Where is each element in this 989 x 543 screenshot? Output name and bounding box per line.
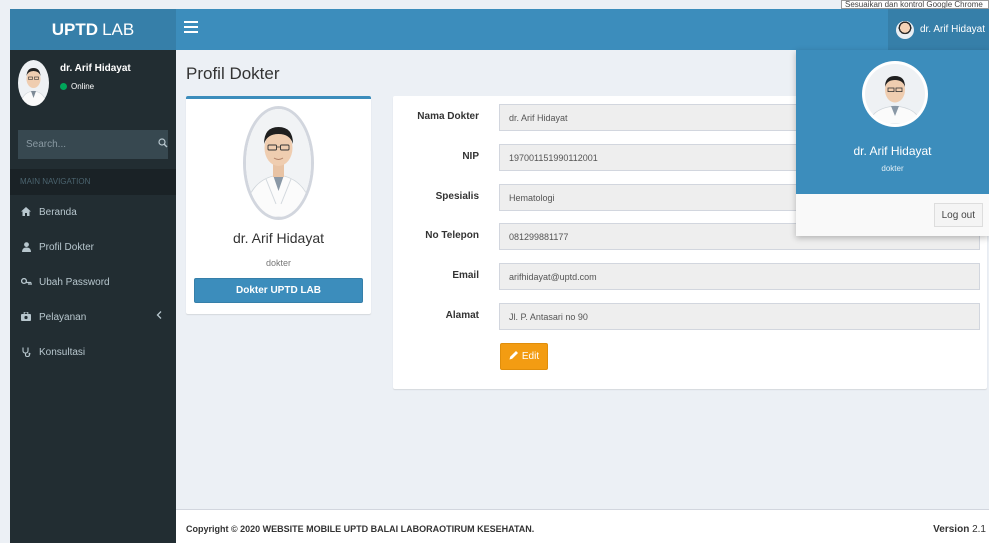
- sidebar-item-profil-dokter[interactable]: Profil Dokter: [10, 230, 176, 265]
- user-icon: [20, 241, 32, 254]
- dropdown-user-name: dr. Arif Hidayat: [853, 144, 932, 158]
- sidebar-search: [18, 130, 168, 159]
- pencil-icon: [509, 350, 519, 363]
- edit-label: Edit: [521, 351, 540, 362]
- navbar-user-name: dr. Arif Hidayat: [919, 24, 985, 35]
- copyright-text: Copyright © 2020 WEBSITE MOBILE UPTD BAL…: [186, 524, 535, 534]
- edit-button[interactable]: Edit: [500, 343, 548, 370]
- page-footer: Copyright © 2020 WEBSITE MOBILE UPTD BAL…: [176, 509, 989, 543]
- version-number: 2.1: [972, 524, 986, 535]
- brand-rest: LAB: [102, 19, 135, 39]
- form-row-email: Email: [393, 263, 987, 290]
- sidebar-item-label: Konsultasi: [39, 347, 86, 358]
- spesialis-label: Spesialis: [435, 191, 479, 202]
- version-label: Version: [933, 524, 970, 535]
- no-telepon-label: No Telepon: [425, 230, 479, 241]
- user-dropdown-menu: dr. Arif Hidayat dokter Log out: [796, 50, 989, 236]
- online-status-label: Online: [71, 82, 95, 91]
- email-label: Email: [452, 270, 479, 281]
- search-icon[interactable]: [158, 138, 168, 151]
- browser-tooltip: Sesuaikan dan kontrol Google Chrome: [841, 0, 989, 9]
- sidebar-user-panel: dr. Arif Hidayat Online: [10, 50, 176, 120]
- search-input[interactable]: [26, 139, 158, 150]
- profile-role: dokter: [265, 258, 291, 268]
- dokter-uptd-lab-button[interactable]: Dokter UPTD LAB: [194, 278, 363, 303]
- sidebar-item-label: Profil Dokter: [39, 242, 95, 253]
- sidebar-avatar: [18, 60, 49, 106]
- logout-button[interactable]: Log out: [933, 203, 983, 227]
- profile-name: dr. Arif Hidayat: [232, 230, 325, 246]
- sidebar-item-beranda[interactable]: Beranda: [10, 195, 176, 230]
- sidebar-toggle-icon[interactable]: [184, 21, 198, 35]
- chevron-left-icon: [156, 311, 162, 322]
- sidebar-item-label: Beranda: [39, 207, 77, 218]
- sidebar: dr. Arif Hidayat Online MAIN NAVIGATION …: [10, 50, 176, 543]
- sidebar-user-name: dr. Arif Hidayat: [60, 63, 131, 74]
- dropdown-user-role: dokter: [881, 164, 904, 173]
- alamat-field[interactable]: [499, 303, 980, 330]
- form-row-alamat: Alamat: [393, 303, 987, 330]
- profile-photo: [243, 106, 314, 220]
- sidebar-item-label: Ubah Password: [39, 277, 110, 288]
- sidebar-item-label: Pelayanan: [39, 312, 87, 323]
- sidebar-item-konsultasi[interactable]: Konsultasi: [10, 335, 176, 370]
- navbar-avatar: [895, 20, 914, 39]
- top-navbar: dr. Arif Hidayat: [176, 9, 989, 50]
- sidebar-item-ubah-password[interactable]: Ubah Password: [10, 265, 176, 300]
- nip-label: NIP: [462, 151, 479, 162]
- brand-logo[interactable]: UPTD LAB: [10, 9, 176, 50]
- home-icon: [20, 207, 32, 218]
- email-field[interactable]: [499, 263, 980, 290]
- online-dot-icon: [60, 83, 67, 90]
- version-info: Version 2.1: [933, 524, 986, 535]
- stethoscope-icon: [20, 347, 32, 359]
- nama-dokter-label: Nama Dokter: [417, 111, 479, 122]
- briefcase-icon: [20, 311, 32, 323]
- navbar-user-menu[interactable]: dr. Arif Hidayat: [887, 9, 989, 50]
- main-navigation-header: MAIN NAVIGATION: [10, 169, 176, 195]
- user-dropdown-footer: Log out: [796, 194, 989, 236]
- user-dropdown-header: dr. Arif Hidayat dokter: [796, 50, 989, 194]
- online-status: Online: [60, 82, 94, 91]
- sidebar-item-pelayanan[interactable]: Pelayanan: [10, 300, 176, 335]
- brand-bold: UPTD: [51, 19, 99, 39]
- profile-card: dr. Arif Hidayat dokter Dokter UPTD LAB: [186, 96, 371, 314]
- alamat-label: Alamat: [445, 310, 479, 321]
- dropdown-avatar: [862, 61, 928, 127]
- key-icon: [20, 277, 32, 288]
- page-title: Profil Dokter: [186, 64, 280, 83]
